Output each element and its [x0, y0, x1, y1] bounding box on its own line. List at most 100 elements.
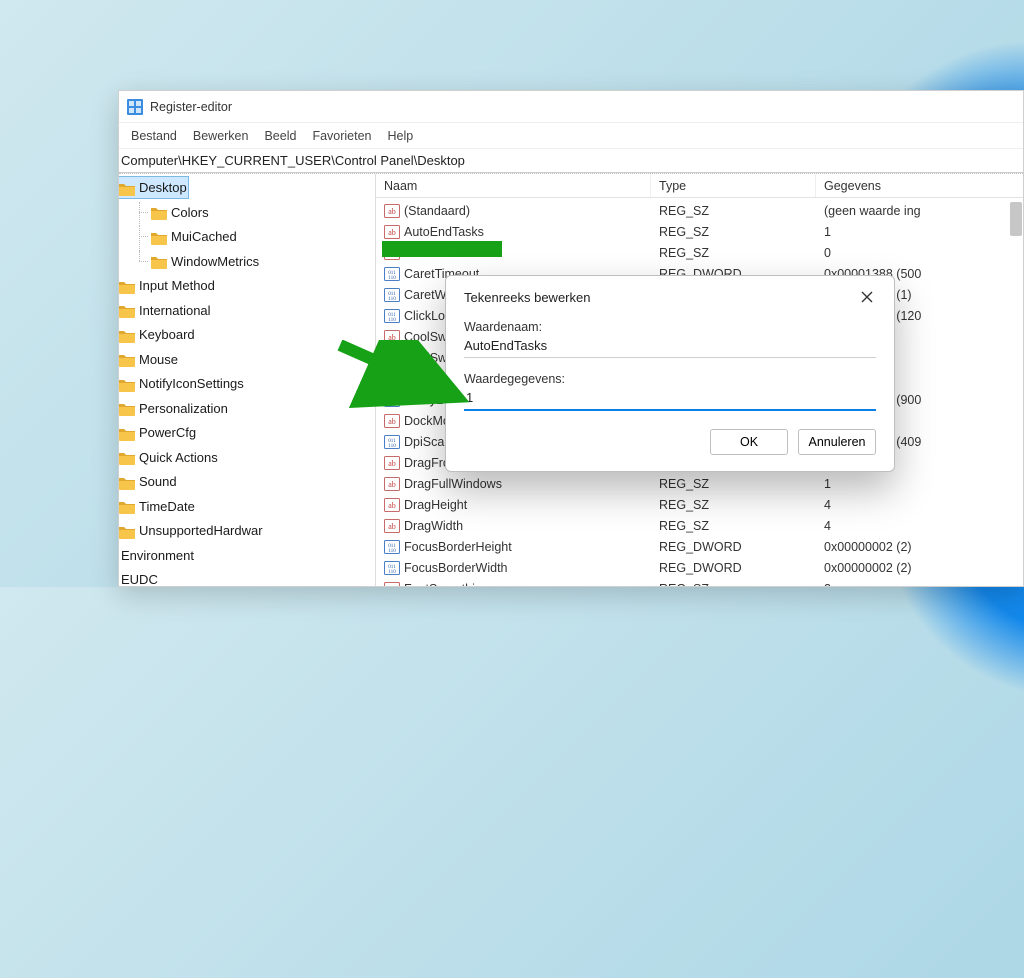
tree-node[interactable]: Input Method	[119, 275, 217, 296]
address-text: Computer\HKEY_CURRENT_USER\Control Panel…	[121, 153, 465, 168]
value-data: (geen waarde ing	[816, 200, 1023, 221]
string-icon: ab	[384, 413, 400, 429]
dword-icon: 011110	[384, 308, 400, 324]
folder-icon	[151, 254, 167, 268]
tree-node[interactable]: Personalization	[119, 398, 230, 419]
tree-pane[interactable]: ⌄DesktopColorsMuiCachedWindowMetrics›Inp…	[119, 174, 376, 586]
string-icon: ab	[384, 497, 400, 513]
folder-icon	[119, 377, 135, 391]
tree-node[interactable]: EUDC	[119, 569, 160, 586]
folder-icon	[119, 279, 135, 293]
svg-text:110: 110	[388, 296, 396, 302]
value-name: CaretWi	[404, 288, 449, 302]
tree-label: Quick Actions	[139, 447, 218, 468]
value-name: CoolSw	[404, 351, 447, 365]
col-data[interactable]: Gegevens	[816, 174, 1023, 197]
tree-label: International	[139, 300, 211, 321]
svg-text:ab: ab	[388, 249, 396, 258]
folder-icon	[119, 499, 135, 513]
value-name: FocusBorderHeight	[404, 540, 512, 554]
tree-node[interactable]: Mouse	[119, 349, 180, 370]
value-data: 4	[816, 494, 1023, 515]
menu-help[interactable]: Help	[388, 129, 414, 143]
cancel-button[interactable]: Annuleren	[798, 429, 876, 455]
dialog-title: Tekenreeks bewerken	[464, 290, 590, 305]
tree-node[interactable]: TimeDate	[119, 496, 197, 517]
string-icon: ab	[384, 476, 400, 492]
svg-text:ab: ab	[388, 522, 396, 531]
value-row[interactable]: abDragWidthREG_SZ4	[376, 515, 1023, 536]
title-bar: Register-editor	[119, 91, 1023, 123]
tree-label: Environment	[121, 545, 194, 566]
value-name: tResets	[404, 246, 446, 260]
value-type: REG_SZ	[651, 221, 816, 242]
value-row[interactable]: abDragHeightREG_SZ4	[376, 494, 1023, 515]
value-row[interactable]: 011110FocusBorderWidthREG_DWORD0x0000000…	[376, 557, 1023, 578]
value-row[interactable]: ab(Standaard)REG_SZ(geen waarde ing	[376, 200, 1023, 221]
folder-icon	[119, 303, 135, 317]
value-type: REG_SZ	[651, 515, 816, 536]
value-name: DockMo	[404, 414, 450, 428]
value-data: 1	[816, 221, 1023, 242]
ok-button[interactable]: OK	[710, 429, 788, 455]
folder-icon	[119, 328, 135, 342]
tree-label: Mouse	[139, 349, 178, 370]
col-type[interactable]: Type	[651, 174, 816, 197]
dword-icon: 011110	[384, 287, 400, 303]
dword-icon: 011110	[384, 266, 400, 282]
menu-view[interactable]: Beeld	[264, 129, 296, 143]
folder-icon	[151, 230, 167, 244]
value-data: 0x00000002 (2)	[816, 536, 1023, 557]
tree-node[interactable]: NotifyIconSettings	[119, 373, 246, 394]
tree-node[interactable]: UnsupportedHardwar	[119, 520, 265, 541]
tree-node[interactable]: MuiCached	[149, 226, 239, 247]
tree-node-desktop[interactable]: Desktop	[119, 176, 189, 199]
value-name: CoolSw	[404, 330, 447, 344]
close-icon[interactable]	[858, 288, 876, 306]
folder-icon	[151, 205, 167, 219]
address-bar[interactable]: Computer\HKEY_CURRENT_USER\Control Panel…	[119, 149, 1023, 173]
tree-node[interactable]: Keyboard	[119, 324, 197, 345]
value-name: FocusBorderWidth	[404, 561, 508, 575]
svg-text:ab: ab	[388, 354, 396, 363]
tree-label: MuiCached	[171, 226, 237, 247]
tree-label: Input Method	[139, 275, 215, 296]
value-row[interactable]: abDragFullWindowsREG_SZ1	[376, 473, 1023, 494]
value-type: REG_SZ	[651, 494, 816, 515]
menu-edit[interactable]: Bewerken	[193, 129, 249, 143]
tree-label: WindowMetrics	[171, 251, 259, 272]
value-name-field: AutoEndTasks	[464, 336, 876, 358]
tree-node[interactable]: Sound	[119, 471, 179, 492]
value-row[interactable]: abFontSmoothingREG_SZ2	[376, 578, 1023, 586]
tree-node[interactable]: PowerCfg	[119, 422, 198, 443]
tree-label: UnsupportedHardwar	[139, 520, 263, 541]
col-name[interactable]: Naam	[376, 174, 651, 197]
svg-text:110: 110	[388, 401, 396, 407]
svg-text:110: 110	[388, 443, 396, 449]
svg-text:ab: ab	[388, 228, 396, 237]
menu-file[interactable]: Bestand	[131, 129, 177, 143]
value-data-input[interactable]	[464, 388, 876, 411]
value-data: 2	[816, 578, 1023, 586]
tree-label: Sound	[139, 471, 177, 492]
menu-bar: Bestand Bewerken Beeld Favorieten Help	[119, 123, 1023, 149]
value-row[interactable]: abAutoEndTasksREG_SZ1	[376, 221, 1023, 242]
value-name: DpiScali	[404, 435, 450, 449]
tree-label: Personalization	[139, 398, 228, 419]
value-row[interactable]: 011110FocusBorderHeightREG_DWORD0x000000…	[376, 536, 1023, 557]
tree-node[interactable]: Quick Actions	[119, 447, 220, 468]
tree-node[interactable]: International	[119, 300, 213, 321]
tree-node[interactable]: Environment	[119, 545, 196, 566]
string-icon: ab	[384, 371, 400, 387]
value-row[interactable]: abtResetsREG_SZ0	[376, 242, 1023, 263]
svg-text:ab: ab	[388, 375, 396, 384]
folder-icon	[119, 401, 135, 415]
tree-node[interactable]: WindowMetrics	[149, 251, 261, 272]
scrollbar-thumb[interactable]	[1010, 202, 1022, 236]
tree-node[interactable]: Colors	[149, 202, 211, 223]
value-data-label: Waardegegevens:	[464, 372, 876, 386]
svg-text:ab: ab	[388, 501, 396, 510]
dword-icon: 011110	[384, 539, 400, 555]
menu-favorites[interactable]: Favorieten	[312, 129, 371, 143]
svg-text:ab: ab	[388, 459, 396, 468]
